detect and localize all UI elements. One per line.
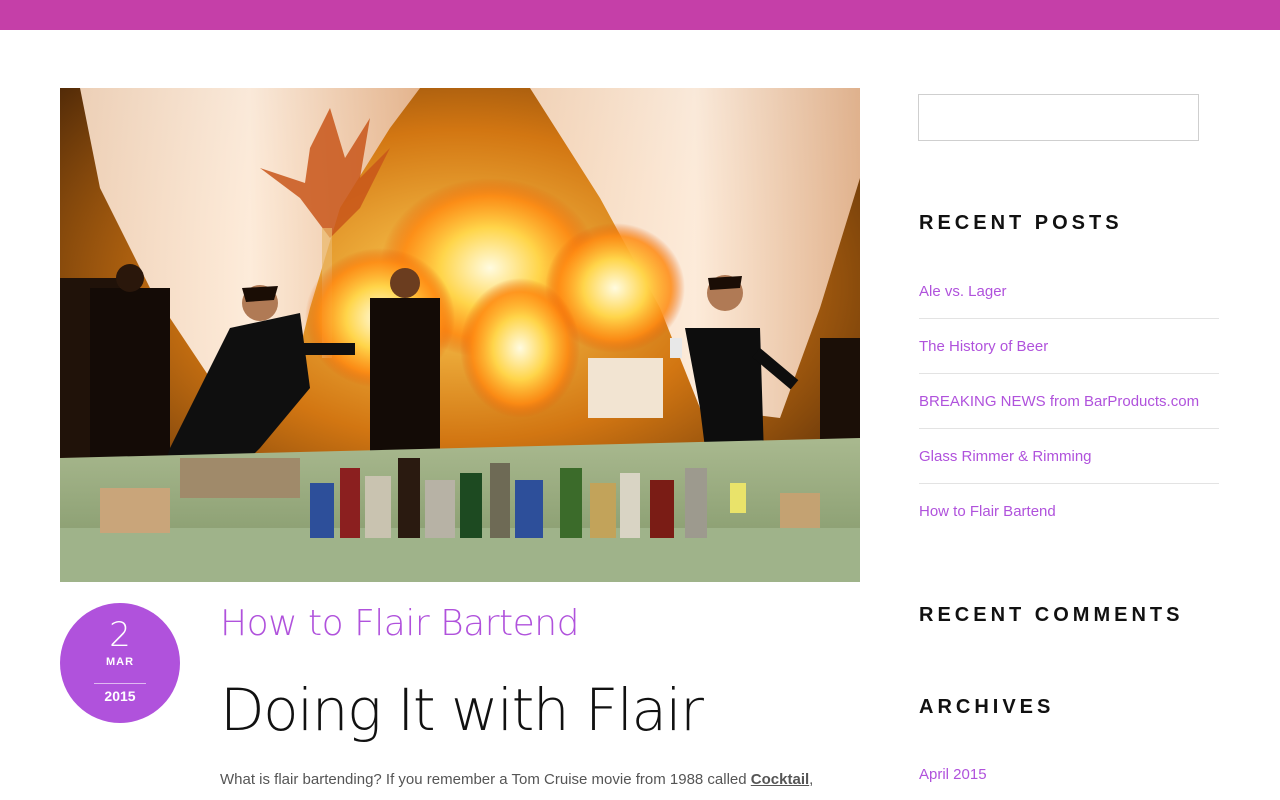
cocktail-movie-link[interactable]: Cocktail	[751, 771, 809, 788]
list-item: How to Flair Bartend	[919, 484, 1219, 539]
list-item: Glass Rimmer & Rimming	[919, 429, 1219, 484]
featured-image[interactable]	[60, 88, 860, 582]
recent-post-link[interactable]: Glass Rimmer & Rimming	[919, 448, 1092, 465]
post-excerpt: What is flair bartending? If you remembe…	[220, 771, 865, 788]
date-year: 2015	[104, 688, 136, 704]
date-day: 2	[109, 615, 131, 655]
top-accent-bar	[0, 0, 1280, 30]
recent-post-link[interactable]: Ale vs. Lager	[919, 283, 1007, 300]
post-title: Doing It with Flair	[220, 676, 704, 744]
archives-heading: ARCHIVES	[919, 696, 1055, 718]
recent-posts-heading: RECENT POSTS	[919, 212, 1123, 234]
recent-post-link[interactable]: How to Flair Bartend	[919, 503, 1056, 520]
list-item: BREAKING NEWS from BarProducts.com	[919, 374, 1219, 429]
sidebar-search-input[interactable]	[918, 94, 1199, 141]
date-divider	[94, 683, 146, 684]
archive-link[interactable]: April 2015	[919, 766, 987, 783]
post-category-link[interactable]: How to Flair Bartend	[220, 603, 579, 644]
list-item: Ale vs. Lager	[919, 264, 1219, 319]
excerpt-text: What is flair bartending? If you remembe…	[220, 771, 751, 788]
recent-comments-heading: RECENT COMMENTS	[919, 604, 1184, 626]
list-item: The History of Beer	[919, 319, 1219, 374]
recent-posts-list: Ale vs. Lager The History of Beer BREAKI…	[919, 264, 1219, 539]
recent-post-link[interactable]: The History of Beer	[919, 338, 1048, 355]
recent-post-link[interactable]: BREAKING NEWS from BarProducts.com	[919, 393, 1199, 410]
excerpt-punctuation: ,	[809, 771, 814, 788]
flair-bartending-photo	[60, 88, 860, 582]
date-month: MAR	[105, 656, 135, 668]
post-date-badge: 2 MAR 2015	[60, 603, 180, 723]
